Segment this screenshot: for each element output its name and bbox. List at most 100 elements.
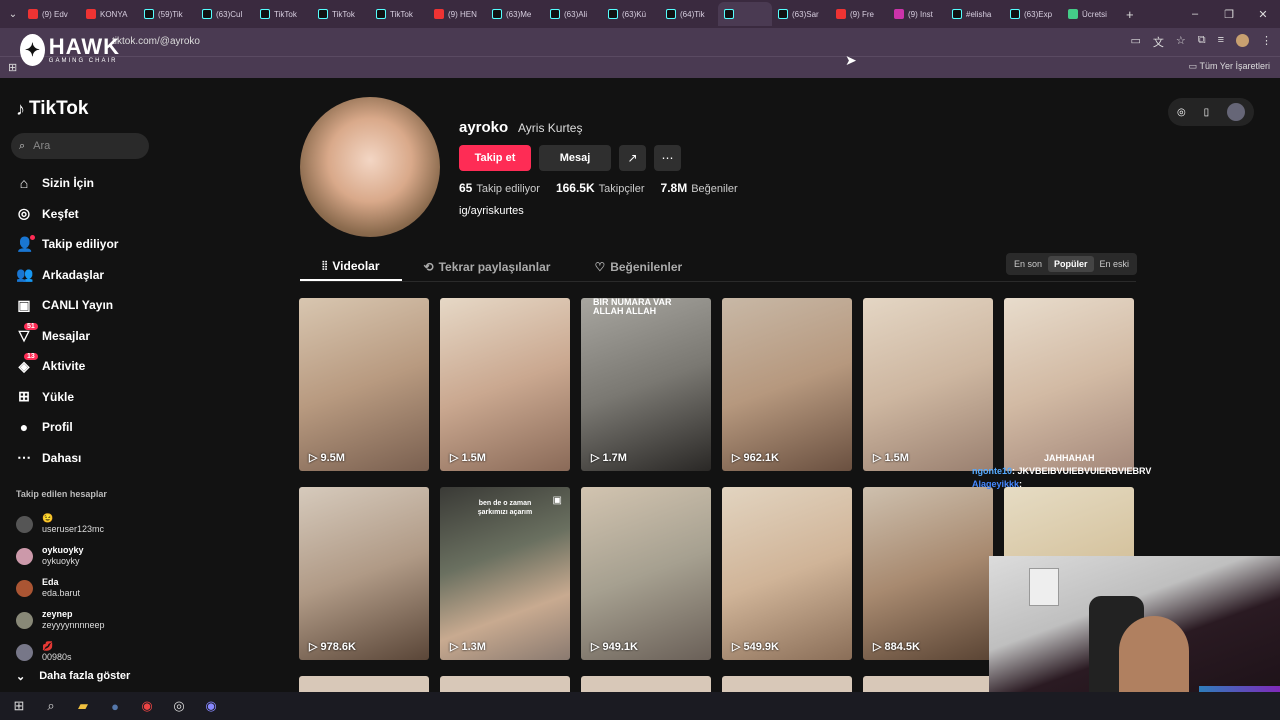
browser-tab[interactable]: (64)Tik bbox=[660, 2, 718, 26]
discord-icon[interactable]: ◉ bbox=[202, 697, 220, 715]
video-thumbnail-partial[interactable] bbox=[581, 676, 711, 692]
translate-icon[interactable]: 文 bbox=[1153, 34, 1164, 50]
user-avatar-icon[interactable] bbox=[1227, 103, 1246, 121]
browser-tab[interactable] bbox=[718, 2, 772, 26]
tab-likes[interactable]: ♡ Beğenilenler bbox=[572, 253, 704, 281]
following-account-item[interactable]: zeynep zeyyyynnnneep bbox=[16, 604, 166, 636]
sidebar-item-live[interactable]: ▣ CANLI Yayın bbox=[16, 290, 166, 321]
browser-tab[interactable]: KONYA bbox=[80, 2, 138, 26]
cast-icon[interactable]: ▭ bbox=[1130, 34, 1140, 50]
video-thumbnail[interactable]: ben de o zaman şarkımızı açarım ▣ ▷ 1.3M bbox=[440, 487, 570, 660]
video-thumbnail[interactable]: ▷ 884.5K bbox=[863, 487, 993, 660]
browser-tab[interactable]: (9) Edv bbox=[22, 2, 80, 26]
video-thumbnail-partial[interactable] bbox=[722, 676, 852, 692]
browser-tab[interactable]: TikTok bbox=[312, 2, 370, 26]
maximize-icon[interactable]: ❐ bbox=[1212, 8, 1246, 21]
browser-tab-label: (63)Me bbox=[506, 9, 532, 19]
close-window-icon[interactable]: ✕ bbox=[1246, 8, 1280, 21]
chrome-icon[interactable]: ◉ bbox=[138, 697, 156, 715]
browser-tab[interactable]: (9) HEN bbox=[428, 2, 486, 26]
url-field[interactable]: tiktok.com/@ayroko bbox=[112, 36, 200, 47]
more-options-button[interactable]: ⋯ bbox=[654, 145, 681, 171]
tiktok-logo[interactable]: ♪ TikTok bbox=[16, 98, 88, 120]
new-tab-icon[interactable]: + bbox=[1126, 7, 1134, 22]
sidebar-item-following[interactable]: 👤 Takip ediliyor bbox=[16, 229, 166, 260]
sidebar-item-activity[interactable]: ◈ 13 Aktivite bbox=[16, 351, 166, 382]
video-thumbnail[interactable]: ▷ 9.5M bbox=[299, 298, 429, 471]
taskbar-search-icon[interactable]: ⌕ bbox=[42, 697, 60, 715]
file-explorer-icon[interactable]: ▰ bbox=[74, 697, 92, 715]
windows-start-icon[interactable]: ⊞ bbox=[10, 697, 28, 715]
followers-stat[interactable]: 166.5K Takipçiler bbox=[556, 181, 645, 195]
message-button[interactable]: Mesaj bbox=[539, 145, 611, 171]
address-bar: tiktok.com/@ayroko ▭ 文 ☆ ⧉ ≡ ⋮ bbox=[0, 28, 1280, 56]
tab-reposts[interactable]: ⟲ Tekrar paylaşılanlar bbox=[402, 253, 573, 281]
following-account-item[interactable]: Eda eda.barut bbox=[16, 572, 166, 604]
video-thumbnail-partial[interactable] bbox=[863, 676, 993, 692]
browser-tab[interactable]: (9) Inst bbox=[888, 2, 946, 26]
video-thumbnail-partial[interactable] bbox=[299, 676, 429, 692]
video-thumbnail[interactable]: BİR NUMARA VAR ALLAH ALLAH ▷ 1.7M bbox=[581, 298, 711, 471]
video-thumbnail[interactable]: ▷ 962.1K bbox=[722, 298, 852, 471]
account-name: 💋 bbox=[42, 641, 54, 651]
search-box[interactable]: ⌕ Ara bbox=[11, 133, 149, 159]
browser-tab[interactable]: (63)Exp bbox=[1004, 2, 1062, 26]
video-thumbnail[interactable]: ▷ 949.1K bbox=[581, 487, 711, 660]
sidebar-item-label: CANLI Yayın bbox=[42, 298, 114, 313]
search-input[interactable]: Ara bbox=[33, 140, 50, 152]
browser-tab[interactable]: Ücretsi bbox=[1062, 2, 1120, 26]
app-icon[interactable]: ● bbox=[106, 697, 124, 715]
video-thumbnail[interactable]: ▷ 549.9K bbox=[722, 487, 852, 660]
media-icon[interactable]: ≡ bbox=[1218, 34, 1224, 50]
video-thumbnail-partial[interactable] bbox=[440, 676, 570, 692]
browser-tab[interactable]: (63)Sar bbox=[772, 2, 830, 26]
sidebar-item-compass[interactable]: ◎ Keşfet bbox=[16, 199, 166, 230]
obs-icon[interactable]: ◎ bbox=[170, 697, 188, 715]
tab-videos[interactable]: ⦙⦙ Videolar bbox=[300, 253, 402, 281]
bookmark-star-icon[interactable]: ☆ bbox=[1176, 34, 1186, 50]
play-icon: ▷ bbox=[591, 641, 600, 653]
photo-post-icon: ▣ bbox=[552, 495, 562, 506]
video-thumbnail[interactable] bbox=[1004, 298, 1134, 471]
sidebar-item-upload[interactable]: ⊞ Yükle bbox=[16, 382, 166, 413]
device-icon[interactable]: ▯ bbox=[1204, 107, 1210, 118]
upload-icon: ⊞ bbox=[18, 388, 30, 405]
all-bookmarks-folder[interactable]: ▭ Tüm Yer İşaretleri bbox=[1189, 61, 1270, 72]
video-thumbnail[interactable]: ▷ 1.5M bbox=[863, 298, 993, 471]
extensions-icon[interactable]: ⧉ bbox=[1198, 34, 1206, 50]
sidebar-item-home[interactable]: ⌂ Sizin İçin bbox=[16, 168, 166, 199]
following-stat[interactable]: 65 Takip ediliyor bbox=[459, 181, 540, 195]
video-thumbnail[interactable]: ▷ 1.5M bbox=[440, 298, 570, 471]
sidebar-item-messages[interactable]: ▽ 51 Mesajlar bbox=[16, 321, 166, 352]
sidebar-item-profile[interactable]: ● Profil bbox=[16, 412, 166, 443]
sort-popular[interactable]: Popüler bbox=[1048, 256, 1094, 272]
sidebar-item-friends[interactable]: 👥 Arkadaşlar bbox=[16, 260, 166, 291]
share-button[interactable]: ↗ bbox=[619, 145, 646, 171]
show-more-button[interactable]: ⌄ Daha fazla göster bbox=[16, 670, 130, 683]
following-account-item[interactable]: 😉 useruser123mc bbox=[16, 508, 166, 540]
apps-grid-icon[interactable]: ⊞ bbox=[8, 61, 17, 74]
following-account-item[interactable]: oykuoyky oykuoyky bbox=[16, 540, 166, 572]
browser-tab[interactable]: TikTok bbox=[370, 2, 428, 26]
browser-tab[interactable]: (63)Ali bbox=[544, 2, 602, 26]
sort-oldest[interactable]: En eski bbox=[1094, 256, 1136, 272]
browser-tab[interactable]: #elisha bbox=[946, 2, 1004, 26]
video-thumbnail[interactable]: ▷ 978.6K bbox=[299, 487, 429, 660]
browser-profile-avatar[interactable] bbox=[1236, 34, 1249, 47]
browser-tab[interactable]: (59)Tik bbox=[138, 2, 196, 26]
browser-tab[interactable]: (63)Cul bbox=[196, 2, 254, 26]
sort-latest[interactable]: En son bbox=[1008, 256, 1048, 272]
sidebar-item-more[interactable]: ⋯ Dahası bbox=[16, 443, 166, 474]
browser-tab[interactable]: (63)Me bbox=[486, 2, 544, 26]
coins-icon[interactable]: ◎ bbox=[1177, 107, 1186, 118]
sidebar-item-label: Sizin İçin bbox=[42, 176, 95, 191]
profile-avatar[interactable] bbox=[300, 97, 440, 237]
follow-button[interactable]: Takip et bbox=[459, 145, 531, 171]
browser-tab[interactable]: (9) Fre bbox=[830, 2, 888, 26]
minimize-icon[interactable]: – bbox=[1178, 8, 1212, 20]
following-account-item[interactable]: 💋 00980s bbox=[16, 636, 166, 668]
tab-search-icon[interactable]: ⌄ bbox=[4, 9, 22, 20]
browser-tab[interactable]: TikTok bbox=[254, 2, 312, 26]
browser-tab[interactable]: (63)Kü bbox=[602, 2, 660, 26]
browser-menu-icon[interactable]: ⋮ bbox=[1261, 34, 1272, 50]
